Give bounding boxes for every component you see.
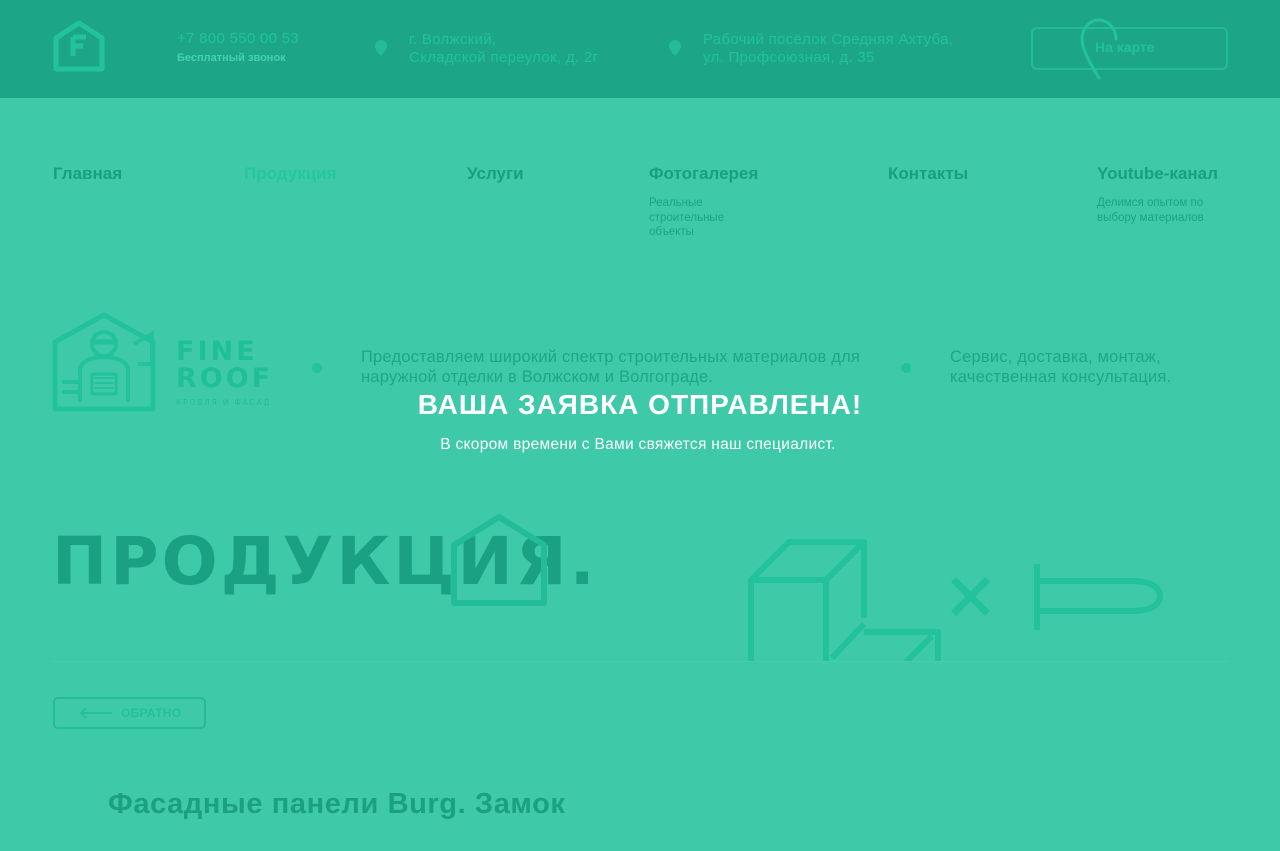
nav-item-home[interactable]: Главная bbox=[53, 164, 122, 184]
logo-house-icon[interactable] bbox=[53, 20, 105, 72]
phone-block: +7 800 550 00 53 Бесплатный звонок bbox=[177, 30, 299, 64]
nav-label[interactable]: Фотогалерея bbox=[649, 164, 758, 184]
nail-illustration bbox=[1034, 564, 1163, 630]
nav-subtext: Реальные строительные объекты bbox=[649, 197, 725, 238]
nav-label[interactable]: Продукция bbox=[244, 164, 337, 184]
arrow-left-icon bbox=[79, 707, 112, 719]
product-title: Фасадные панели Burg. Замок bbox=[108, 788, 566, 820]
section-divider bbox=[52, 661, 1228, 662]
nav-item-contacts[interactable]: Контакты bbox=[888, 164, 968, 184]
address-volzhsky: г. Волжский, Складской переулок, д. 2г bbox=[409, 31, 598, 67]
cross-icon bbox=[951, 577, 990, 616]
header-bar: +7 800 550 00 53 Бесплатный звонок г. Во… bbox=[0, 0, 1280, 98]
nav-label[interactable]: Контакты bbox=[888, 164, 968, 184]
brand-line: FINE bbox=[176, 336, 258, 367]
address-line: ул. Профсоюзная, д. 35 bbox=[703, 49, 875, 66]
box-illustration bbox=[748, 539, 941, 662]
intro-text-services: Сервис, доставка, монтаж, качественная к… bbox=[950, 348, 1172, 386]
location-pin-icon bbox=[669, 40, 681, 56]
bullet-dot bbox=[312, 363, 322, 373]
nav-label[interactable]: Услуги bbox=[467, 164, 524, 184]
phone-note: Бесплатный звонок bbox=[177, 52, 286, 64]
nav-item-youtube[interactable]: Youtube-канал Делимся опытом по выбору м… bbox=[1097, 164, 1218, 225]
address-line: Складской переулок, д. 2г bbox=[409, 49, 599, 66]
address-line: г. Волжский, bbox=[409, 31, 497, 48]
house-outline-icon bbox=[451, 514, 547, 606]
address-akhtuba: Рабочий посёлок Средняя Ахтуба, ул. Проф… bbox=[703, 31, 953, 67]
phone-number[interactable]: +7 800 550 00 53 bbox=[177, 30, 299, 47]
back-button-label[interactable]: ОБРАТНО bbox=[121, 706, 181, 720]
modal-message: В скором времени с Вами свяжется наш спе… bbox=[440, 436, 836, 453]
tools-illustration bbox=[748, 539, 1163, 662]
nav-label[interactable]: Youtube-канал bbox=[1097, 164, 1218, 184]
nav-subtext: Делимся опытом по выбору материалов bbox=[1097, 197, 1204, 224]
nav-label[interactable]: Главная bbox=[53, 164, 122, 184]
modal-title: ВАША ЗАЯВКА ОТПРАВЛЕНА! bbox=[417, 389, 863, 420]
nav-item-gallery[interactable]: Фотогалерея Реальные строительные объект… bbox=[649, 164, 758, 240]
location-pin-icon bbox=[375, 40, 387, 56]
address-line: Рабочий посёлок Средняя Ахтуба, bbox=[703, 31, 954, 48]
nav-item-products[interactable]: Продукция bbox=[244, 164, 337, 184]
bullet-dot bbox=[901, 363, 911, 373]
brand-line: ROOF bbox=[176, 363, 274, 394]
intro-text-materials: Предоставляем широкий спектр строительны… bbox=[361, 348, 861, 386]
map-button-label[interactable]: На карте bbox=[1095, 39, 1155, 55]
back-button[interactable]: ОБРАТНО bbox=[53, 697, 206, 729]
nav-item-services[interactable]: Услуги bbox=[467, 164, 524, 184]
